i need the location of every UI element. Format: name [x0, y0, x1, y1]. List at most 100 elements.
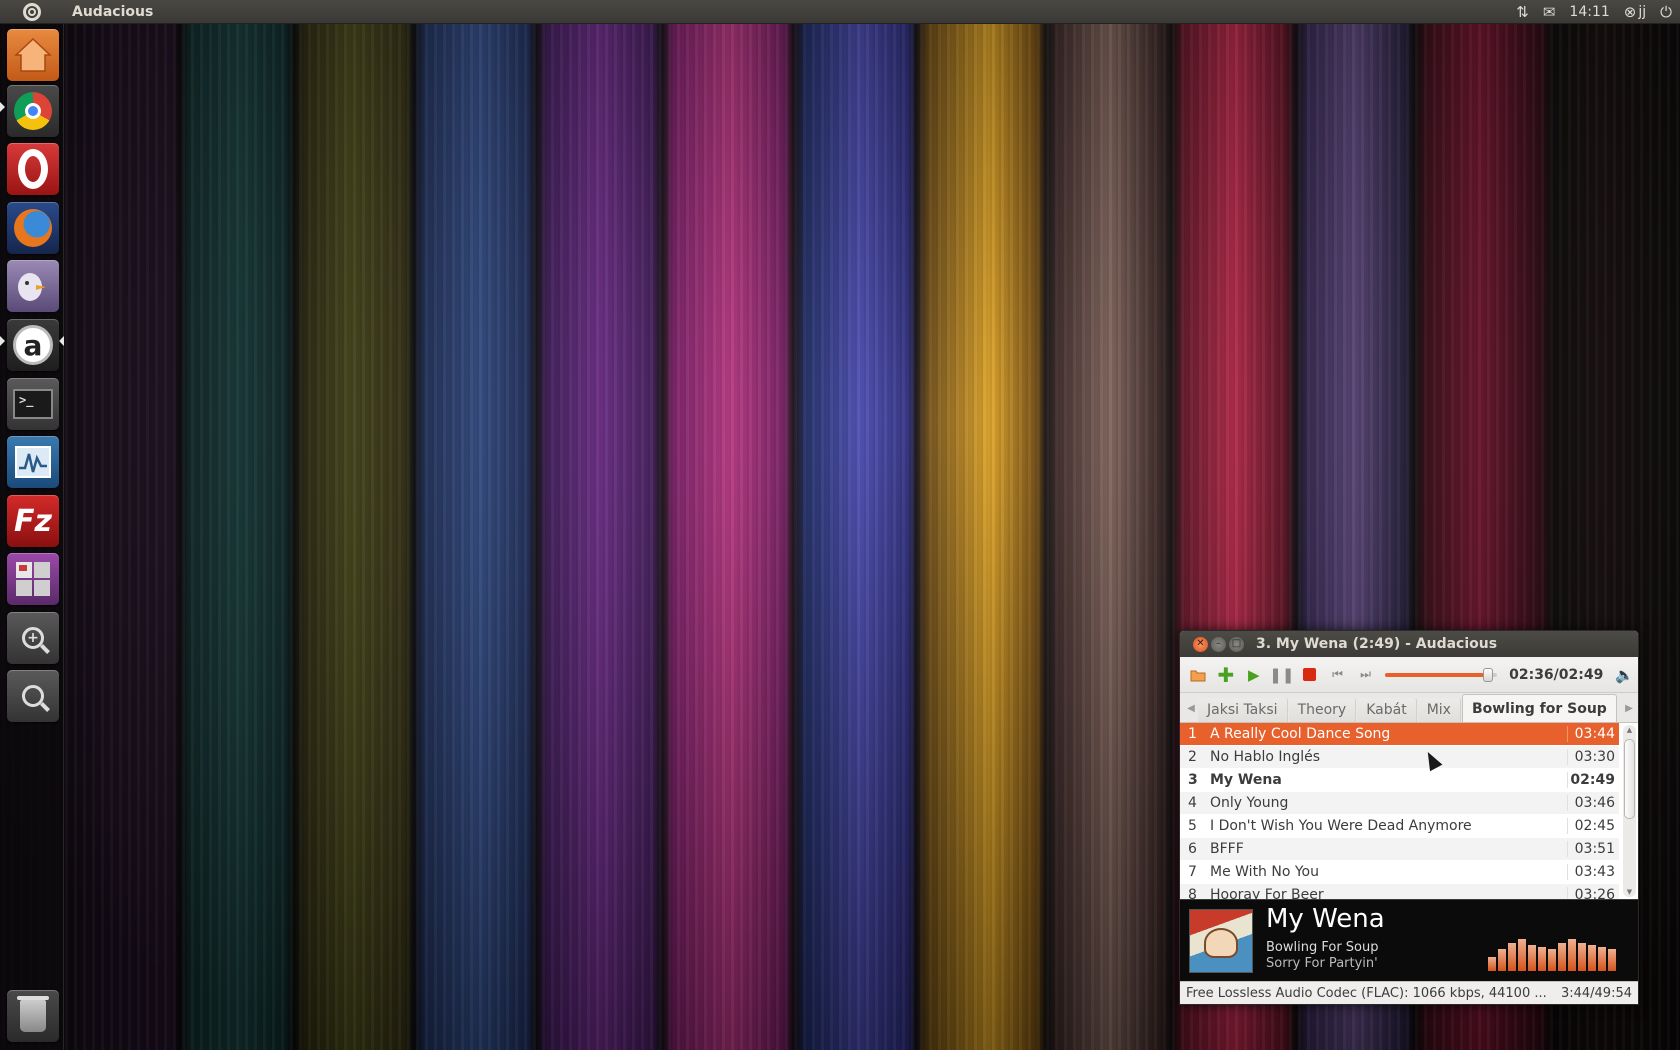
maximize-window-button[interactable]: □: [1229, 636, 1244, 652]
now-playing-album: Sorry For Partyin': [1266, 956, 1378, 971]
playlist-tab[interactable]: Mix: [1417, 698, 1461, 722]
launcher-chrome[interactable]: [7, 85, 59, 137]
now-playing-info: My Wena Bowling For Soup Sorry For Party…: [1180, 899, 1638, 981]
track-number: 3: [1188, 772, 1198, 788]
playlist-total-time: 3:44/49:54: [1560, 986, 1632, 1001]
minimize-window-button[interactable]: –: [1211, 636, 1226, 652]
network-icon[interactable]: ⇅: [1516, 3, 1529, 21]
playlist-row[interactable]: 5 I Don't Wish You Were Dead Anymore 02:45: [1180, 815, 1619, 838]
launcher-audacious[interactable]: a: [7, 319, 59, 371]
indicator-area: ⇅ ✉ 14:11 ⊗ jj ⏻: [1516, 0, 1680, 24]
track-title: I Don't Wish You Were Dead Anymore: [1210, 818, 1472, 834]
playlist-row[interactable]: 8 Hooray For Beer 03:26: [1180, 884, 1619, 899]
plus-icon: ✚: [1217, 662, 1235, 687]
track-length: 03:46: [1567, 795, 1619, 811]
speaker-icon: 🔈: [1615, 665, 1635, 684]
play-icon: ▶: [1248, 665, 1260, 684]
play-button[interactable]: ▶: [1240, 661, 1268, 689]
window-title: 3. My Wena (2:49) - Audacious: [1256, 636, 1498, 652]
next-icon: ⏭: [1360, 667, 1371, 681]
top-panel: Audacious ⇅ ✉ 14:11 ⊗ jj ⏻: [0, 0, 1680, 24]
launcher-workspaces[interactable]: [7, 553, 59, 605]
playlist-tab[interactable]: Bowling for Soup: [1461, 694, 1617, 722]
track-number: 4: [1188, 795, 1197, 811]
launcher-firefox[interactable]: [7, 202, 59, 254]
ubuntu-logo-icon: [23, 2, 41, 21]
launcher-opera[interactable]: [7, 143, 59, 195]
playlist-row[interactable]: 2 No Hablo Inglés 03:30: [1180, 746, 1619, 769]
pause-button[interactable]: ❚❚: [1268, 661, 1296, 689]
album-art: [1189, 909, 1253, 973]
volume-button[interactable]: 🔈: [1615, 666, 1634, 684]
previous-button[interactable]: ⏮: [1324, 661, 1352, 689]
visualizer-bar: [1568, 939, 1576, 971]
launcher-filezilla[interactable]: Fz: [7, 495, 59, 547]
user-status-icon: ⊗: [1623, 3, 1637, 21]
tabs-scroll-left-icon[interactable]: ◀: [1184, 694, 1198, 722]
track-length: 02:45: [1567, 818, 1619, 834]
visualizer-bar: [1548, 949, 1556, 971]
scroll-down-icon[interactable]: ▼: [1623, 888, 1636, 896]
playlist-row[interactable]: 6 BFFF 03:51: [1180, 838, 1619, 861]
visualizer-bar: [1588, 945, 1596, 971]
playlist: 1 A Really Cool Dance Song 03:44 2 No Hablo …: [1180, 723, 1638, 899]
launcher-zoom-out[interactable]: [7, 670, 59, 722]
visualizer-bar: [1558, 943, 1566, 971]
playlist-scrollbar[interactable]: ▲ ▼: [1623, 725, 1636, 897]
clock[interactable]: 14:11: [1569, 4, 1609, 20]
playlist-tab[interactable]: Theory: [1288, 698, 1357, 722]
track-number: 5: [1188, 818, 1197, 834]
launcher-trash[interactable]: [7, 990, 59, 1042]
playlist-tab[interactable]: Kabát: [1357, 698, 1417, 722]
launcher-pidgin[interactable]: [7, 260, 59, 312]
focused-pip-icon: [59, 336, 64, 346]
scrollbar-thumb[interactable]: [1624, 739, 1635, 819]
track-length: 03:26: [1567, 887, 1619, 899]
visualizer-bar: [1598, 947, 1606, 971]
user-menu[interactable]: ⊗ jj: [1624, 3, 1646, 21]
dash-button[interactable]: [0, 0, 64, 24]
playlist-row[interactable]: 4 Only Young 03:46: [1180, 792, 1619, 815]
track-title: Hooray For Beer: [1210, 887, 1324, 899]
seek-handle[interactable]: [1483, 667, 1494, 682]
visualizer-bar: [1488, 957, 1496, 971]
stop-button[interactable]: [1296, 661, 1324, 689]
pause-icon: ❚❚: [1269, 665, 1295, 684]
status-bar: Free Lossless Audio Codec (FLAC): 1066 k…: [1180, 981, 1638, 1004]
opera-icon: [18, 149, 48, 189]
system-monitor-icon: [15, 446, 51, 478]
track-title: Only Young: [1210, 795, 1289, 811]
visualizer-bar: [1508, 943, 1516, 971]
playlist-rows: 1 A Really Cool Dance Song 03:44 2 No Hablo …: [1180, 723, 1638, 899]
now-playing-title: My Wena: [1266, 904, 1385, 934]
seek-progress: [1385, 672, 1489, 677]
previous-icon: ⏮: [1332, 667, 1343, 681]
track-number: 6: [1188, 841, 1197, 857]
window-titlebar[interactable]: ✕ – □ 3. My Wena (2:49) - Audacious: [1180, 631, 1638, 657]
playlist-row[interactable]: 3 My Wena 02:49: [1180, 769, 1619, 792]
playlist-row[interactable]: 1 A Really Cool Dance Song 03:44: [1180, 723, 1619, 746]
seek-slider[interactable]: [1385, 665, 1498, 685]
launcher-zoom-in[interactable]: +: [7, 612, 59, 664]
track-length: 03:43: [1567, 864, 1619, 880]
zoom-out-icon: [22, 685, 44, 707]
launcher-home-folder[interactable]: [7, 29, 59, 81]
home-folder-icon: [14, 37, 52, 72]
launcher-system-monitor[interactable]: [7, 436, 59, 488]
chrome-icon: [14, 92, 52, 130]
next-button[interactable]: ⏭: [1352, 661, 1380, 689]
playlist-row[interactable]: 7 Me With No You 03:43: [1180, 861, 1619, 884]
tabs-scroll-right-icon[interactable]: ▶: [1622, 694, 1636, 722]
track-number: 8: [1188, 887, 1197, 899]
playlist-tab[interactable]: Jaksi Taksi: [1198, 698, 1288, 722]
launcher-terminal[interactable]: >_: [7, 378, 59, 430]
visualizer-bar: [1578, 943, 1586, 971]
open-files-button[interactable]: [1184, 661, 1212, 689]
folder-icon: [1190, 670, 1206, 681]
scroll-up-icon[interactable]: ▲: [1623, 726, 1636, 734]
add-files-button[interactable]: ✚: [1212, 661, 1240, 689]
firefox-icon: [14, 209, 52, 247]
close-window-button[interactable]: ✕: [1193, 636, 1208, 652]
power-icon[interactable]: ⏻: [1660, 3, 1672, 21]
messaging-icon[interactable]: ✉: [1543, 3, 1556, 21]
